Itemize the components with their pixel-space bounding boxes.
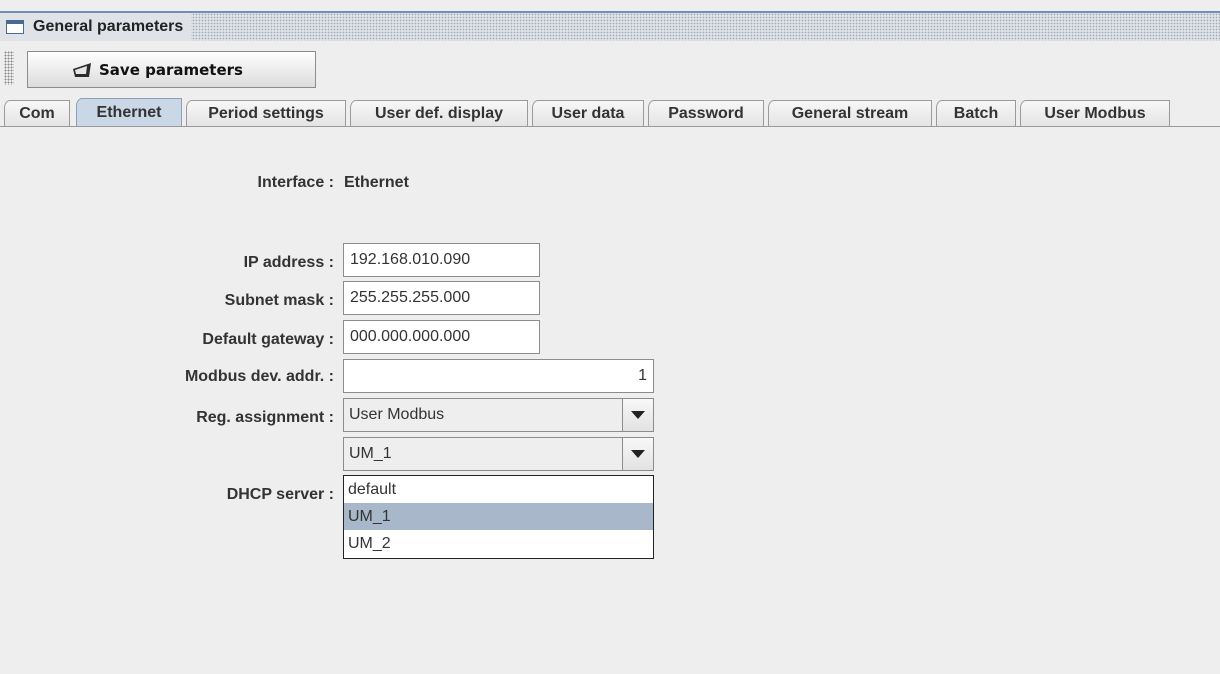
tab-period-settings[interactable]: Period settings [186,100,346,126]
reg-assignment-value: User Modbus [349,406,445,423]
interface-label: Interface : [257,174,334,191]
subnet-mask-input[interactable] [343,281,540,315]
dropdown-arrow-button[interactable] [622,399,653,431]
ip-address-label: IP address : [243,254,334,271]
user-modbus-map-value: UM_1 [349,445,392,462]
reg-assignment-select[interactable]: User Modbus [343,398,654,432]
tab-label: Period settings [208,104,324,122]
tab-user-data[interactable]: User data [532,100,644,126]
default-gateway-input[interactable] [343,320,540,354]
user-modbus-map-dropdown-list: default UM_1 UM_2 [343,475,654,559]
dropdown-option-um-2[interactable]: UM_2 [344,530,653,557]
tab-batch[interactable]: Batch [936,100,1016,126]
ip-address-input[interactable] [343,243,540,277]
tab-com[interactable]: Com [4,100,70,126]
tab-password[interactable]: Password [648,100,764,126]
tab-label: User data [551,104,625,122]
tab-label: Password [668,104,744,122]
window-icon [6,20,24,34]
subnet-mask-label: Subnet mask : [224,292,334,309]
chevron-down-icon [631,450,645,458]
chevron-down-icon [631,411,645,419]
dhcp-server-label: DHCP server : [226,486,334,503]
modbus-addr-input[interactable] [343,359,654,393]
save-icon [73,62,91,77]
user-modbus-map-select[interactable]: UM_1 [343,437,654,471]
default-gateway-label: Default gateway : [202,331,334,348]
tab-label: Batch [953,104,999,122]
tab-label: General stream [791,104,909,122]
dropdown-option-um-1[interactable]: UM_1 [344,503,653,530]
tab-general-stream[interactable]: General stream [768,100,932,126]
window-title: General parameters [0,13,192,41]
tab-user-def-display[interactable]: User def. display [350,100,528,126]
modbus-addr-label: Modbus dev. addr. : [184,368,334,385]
save-parameters-label: Save parameters [99,60,243,79]
interface-value: Ethernet [344,174,409,191]
tab-label: Com [19,104,55,122]
tab-user-modbus[interactable]: User Modbus [1020,100,1170,126]
dropdown-arrow-button[interactable] [622,438,653,470]
tab-ethernet[interactable]: Ethernet [76,98,182,126]
dropdown-option-default[interactable]: default [344,476,653,503]
window-title-text: General parameters [33,18,184,35]
tab-label: User def. display [374,104,504,122]
reg-assignment-label: Reg. assignment : [196,409,334,426]
tab-label: Ethernet [96,103,162,121]
toolbar: Save parameters [0,41,1220,92]
window-title-bar[interactable]: General parameters [0,11,1220,41]
toolbar-grip-handle[interactable] [4,51,14,85]
tab-label: User Modbus [1044,104,1146,122]
save-parameters-button[interactable]: Save parameters [27,51,316,88]
